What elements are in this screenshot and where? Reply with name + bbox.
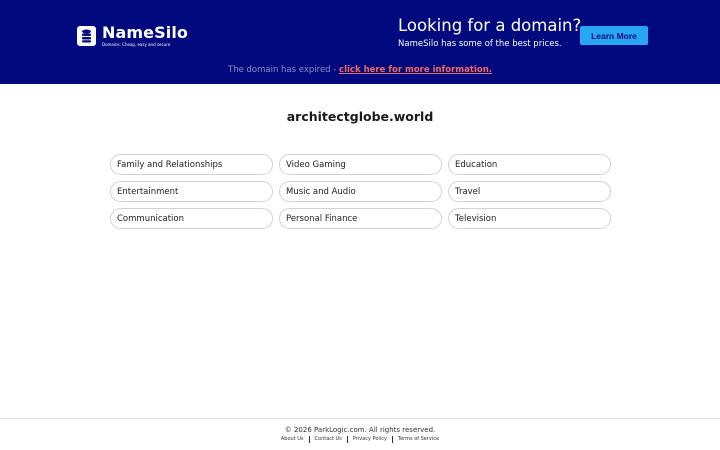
category-link[interactable]: Entertainment xyxy=(110,181,273,202)
footer-links: About Us Contact Us Privacy Policy Terms… xyxy=(0,435,720,443)
terms-of-service-link[interactable]: Terms of Service xyxy=(393,435,444,443)
namesilo-logo[interactable]: NameSilo Domains. Cheap, easy and secure xyxy=(77,24,188,47)
database-icon xyxy=(77,25,96,46)
expired-text: The domain has expired - xyxy=(228,65,340,75)
promo: Looking for a domain? NameSilo has some … xyxy=(398,16,581,50)
expired-info-link[interactable]: click here for more information. xyxy=(339,65,492,75)
learn-more-button[interactable]: Learn More xyxy=(580,26,648,45)
privacy-policy-link[interactable]: Privacy Policy xyxy=(348,435,392,443)
promo-title: Looking for a domain? xyxy=(398,16,582,35)
promo-subtitle: NameSilo has some of the best prices. xyxy=(398,39,562,49)
logo-tagline: Domains. Cheap, easy and secure xyxy=(102,42,171,47)
header: NameSilo Domains. Cheap, easy and secure… xyxy=(0,0,720,84)
expired-notice: The domain has expired - click here for … xyxy=(0,64,720,76)
category-grid: Family and Relationships Video Gaming Ed… xyxy=(110,154,611,229)
category-link[interactable]: Television xyxy=(448,208,611,229)
copyright: © 2026 ParkLogic.com. All rights reserve… xyxy=(284,426,436,434)
category-link[interactable]: Education xyxy=(448,154,611,175)
domain-name: architectglobe.world xyxy=(286,109,434,124)
category-link[interactable]: Video Gaming xyxy=(279,154,442,175)
category-link[interactable]: Family and Relationships xyxy=(110,154,273,175)
logo-name: NameSilo xyxy=(102,23,188,42)
category-link[interactable]: Personal Finance xyxy=(279,208,442,229)
about-us-link[interactable]: About Us xyxy=(276,435,309,443)
category-link[interactable]: Music and Audio xyxy=(279,181,442,202)
category-link[interactable]: Travel xyxy=(448,181,611,202)
contact-us-link[interactable]: Contact Us xyxy=(310,435,347,443)
footer-divider xyxy=(0,418,720,419)
category-link[interactable]: Communication xyxy=(110,208,273,229)
